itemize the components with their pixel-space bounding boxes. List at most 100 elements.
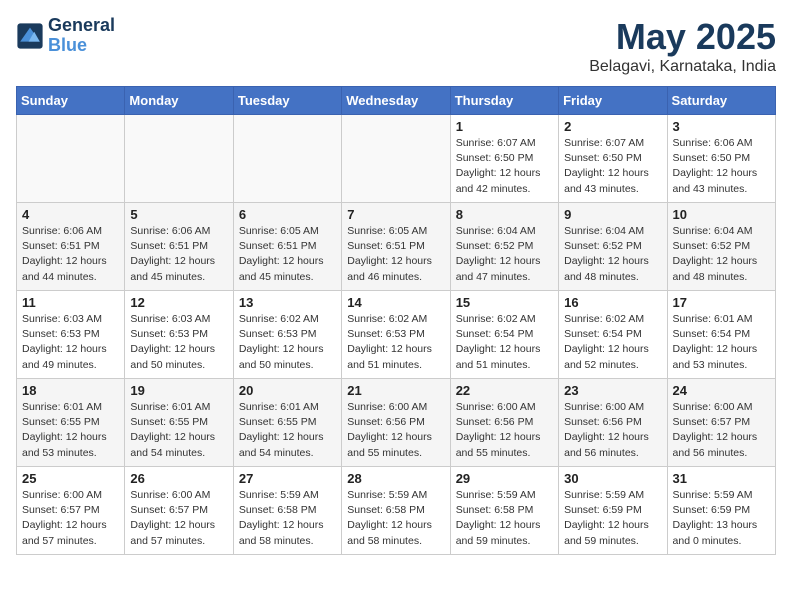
calendar-cell: 19 Sunrise: 6:01 AM Sunset: 6:55 PM Dayli… [125,379,233,467]
calendar-cell: 16Sunrise: 6:02 AM Sunset: 6:54 PM Dayli… [559,291,667,379]
day-info: Sunrise: 6:07 AM Sunset: 6:50 PM Dayligh… [456,136,553,197]
day-info: Sunrise: 6:04 AM Sunset: 6:52 PM Dayligh… [456,224,553,285]
calendar-cell: 28 Sunrise: 5:59 AM Sunset: 6:58 PM Dayli… [342,467,450,555]
day-number: 21 [347,383,444,398]
page-header: General Blue May 2025 Belagavi, Karnatak… [16,16,776,76]
day-number: 22 [456,383,553,398]
day-number: 17 [673,295,770,310]
calendar-cell: 26Sunrise: 6:00 AM Sunset: 6:57 PM Dayli… [125,467,233,555]
day-number: 24 [673,383,770,398]
day-number: 18 [22,383,119,398]
column-header-saturday: Saturday [667,87,775,115]
day-info: Sunrise: 6:01 AM Sunset: 6:54 PM Dayligh… [673,312,770,373]
day-info: Sunrise: 6:01 AM Sunset: 6:55 PM Dayligh… [22,400,119,461]
day-info: Sunrise: 6:00 AM Sunset: 6:56 PM Dayligh… [564,400,661,461]
calendar: SundayMondayTuesdayWednesdayThursdayFrid… [16,86,776,555]
calendar-header-row: SundayMondayTuesdayWednesdayThursdayFrid… [17,87,776,115]
day-info: Sunrise: 5:59 AM Sunset: 6:58 PM Dayligh… [239,488,336,549]
day-info: Sunrise: 6:04 AM Sunset: 6:52 PM Dayligh… [564,224,661,285]
logo-icon [16,22,44,50]
calendar-cell [342,115,450,203]
day-number: 1 [456,119,553,134]
day-info: Sunrise: 6:00 AM Sunset: 6:57 PM Dayligh… [673,400,770,461]
day-info: Sunrise: 6:05 AM Sunset: 6:51 PM Dayligh… [239,224,336,285]
day-info: Sunrise: 6:06 AM Sunset: 6:51 PM Dayligh… [130,224,227,285]
day-number: 23 [564,383,661,398]
day-info: Sunrise: 6:02 AM Sunset: 6:54 PM Dayligh… [456,312,553,373]
day-info: Sunrise: 6:05 AM Sunset: 6:51 PM Dayligh… [347,224,444,285]
day-info: Sunrise: 6:00 AM Sunset: 6:57 PM Dayligh… [130,488,227,549]
calendar-cell: 22 Sunrise: 6:00 AM Sunset: 6:56 PM Dayli… [450,379,558,467]
calendar-cell: 3 Sunrise: 6:06 AM Sunset: 6:50 PM Daylig… [667,115,775,203]
day-number: 11 [22,295,119,310]
day-number: 3 [673,119,770,134]
logo: General Blue [16,16,115,56]
day-info: Sunrise: 6:00 AM Sunset: 6:57 PM Dayligh… [22,488,119,549]
day-number: 10 [673,207,770,222]
calendar-body: 1 Sunrise: 6:07 AM Sunset: 6:50 PM Daylig… [17,115,776,555]
day-info: Sunrise: 5:59 AM Sunset: 6:58 PM Dayligh… [456,488,553,549]
day-info: Sunrise: 6:06 AM Sunset: 6:50 PM Dayligh… [673,136,770,197]
day-info: Sunrise: 5:59 AM Sunset: 6:59 PM Dayligh… [673,488,770,549]
week-row-5: 25Sunrise: 6:00 AM Sunset: 6:57 PM Dayli… [17,467,776,555]
day-number: 6 [239,207,336,222]
day-number: 28 [347,471,444,486]
day-number: 12 [130,295,227,310]
calendar-cell: 4 Sunrise: 6:06 AM Sunset: 6:51 PM Daylig… [17,203,125,291]
day-number: 30 [564,471,661,486]
day-info: Sunrise: 6:01 AM Sunset: 6:55 PM Dayligh… [130,400,227,461]
title-area: May 2025 Belagavi, Karnataka, India [589,16,776,76]
calendar-cell: 10 Sunrise: 6:04 AM Sunset: 6:52 PM Dayli… [667,203,775,291]
calendar-cell: 27 Sunrise: 5:59 AM Sunset: 6:58 PM Dayli… [233,467,341,555]
day-number: 19 [130,383,227,398]
day-info: Sunrise: 5:59 AM Sunset: 6:59 PM Dayligh… [564,488,661,549]
day-info: Sunrise: 6:02 AM Sunset: 6:54 PM Dayligh… [564,312,661,373]
calendar-cell: 8Sunrise: 6:04 AM Sunset: 6:52 PM Daylig… [450,203,558,291]
day-info: Sunrise: 6:04 AM Sunset: 6:52 PM Dayligh… [673,224,770,285]
column-header-monday: Monday [125,87,233,115]
column-header-sunday: Sunday [17,87,125,115]
calendar-cell [17,115,125,203]
day-info: Sunrise: 6:07 AM Sunset: 6:50 PM Dayligh… [564,136,661,197]
day-info: Sunrise: 6:01 AM Sunset: 6:55 PM Dayligh… [239,400,336,461]
day-number: 4 [22,207,119,222]
calendar-cell: 23 Sunrise: 6:00 AM Sunset: 6:56 PM Dayli… [559,379,667,467]
day-number: 15 [456,295,553,310]
day-number: 7 [347,207,444,222]
day-info: Sunrise: 6:02 AM Sunset: 6:53 PM Dayligh… [239,312,336,373]
calendar-cell: 18 Sunrise: 6:01 AM Sunset: 6:55 PM Dayli… [17,379,125,467]
day-info: Sunrise: 6:03 AM Sunset: 6:53 PM Dayligh… [130,312,227,373]
day-info: Sunrise: 6:06 AM Sunset: 6:51 PM Dayligh… [22,224,119,285]
calendar-cell: 25Sunrise: 6:00 AM Sunset: 6:57 PM Dayli… [17,467,125,555]
day-number: 9 [564,207,661,222]
column-header-tuesday: Tuesday [233,87,341,115]
calendar-cell [125,115,233,203]
calendar-cell: 2 Sunrise: 6:07 AM Sunset: 6:50 PM Daylig… [559,115,667,203]
calendar-cell: 24 Sunrise: 6:00 AM Sunset: 6:57 PM Dayli… [667,379,775,467]
column-header-friday: Friday [559,87,667,115]
calendar-cell: 6 Sunrise: 6:05 AM Sunset: 6:51 PM Daylig… [233,203,341,291]
day-number: 2 [564,119,661,134]
calendar-cell: 17 Sunrise: 6:01 AM Sunset: 6:54 PM Dayli… [667,291,775,379]
calendar-cell: 5Sunrise: 6:06 AM Sunset: 6:51 PM Daylig… [125,203,233,291]
day-info: Sunrise: 6:02 AM Sunset: 6:53 PM Dayligh… [347,312,444,373]
column-header-thursday: Thursday [450,87,558,115]
day-number: 27 [239,471,336,486]
calendar-cell: 12 Sunrise: 6:03 AM Sunset: 6:53 PM Dayli… [125,291,233,379]
week-row-1: 1 Sunrise: 6:07 AM Sunset: 6:50 PM Daylig… [17,115,776,203]
day-info: Sunrise: 6:00 AM Sunset: 6:56 PM Dayligh… [456,400,553,461]
day-number: 14 [347,295,444,310]
calendar-cell: 11Sunrise: 6:03 AM Sunset: 6:53 PM Dayli… [17,291,125,379]
calendar-cell: 15 Sunrise: 6:02 AM Sunset: 6:54 PM Dayli… [450,291,558,379]
day-number: 29 [456,471,553,486]
week-row-4: 18 Sunrise: 6:01 AM Sunset: 6:55 PM Dayli… [17,379,776,467]
calendar-cell: 20Sunrise: 6:01 AM Sunset: 6:55 PM Dayli… [233,379,341,467]
calendar-cell: 14 Sunrise: 6:02 AM Sunset: 6:53 PM Dayli… [342,291,450,379]
calendar-cell: 9 Sunrise: 6:04 AM Sunset: 6:52 PM Daylig… [559,203,667,291]
week-row-2: 4 Sunrise: 6:06 AM Sunset: 6:51 PM Daylig… [17,203,776,291]
month-year: May 2025 [589,16,776,58]
calendar-cell: 30 Sunrise: 5:59 AM Sunset: 6:59 PM Dayli… [559,467,667,555]
day-number: 31 [673,471,770,486]
day-info: Sunrise: 5:59 AM Sunset: 6:58 PM Dayligh… [347,488,444,549]
calendar-cell: 7 Sunrise: 6:05 AM Sunset: 6:51 PM Daylig… [342,203,450,291]
